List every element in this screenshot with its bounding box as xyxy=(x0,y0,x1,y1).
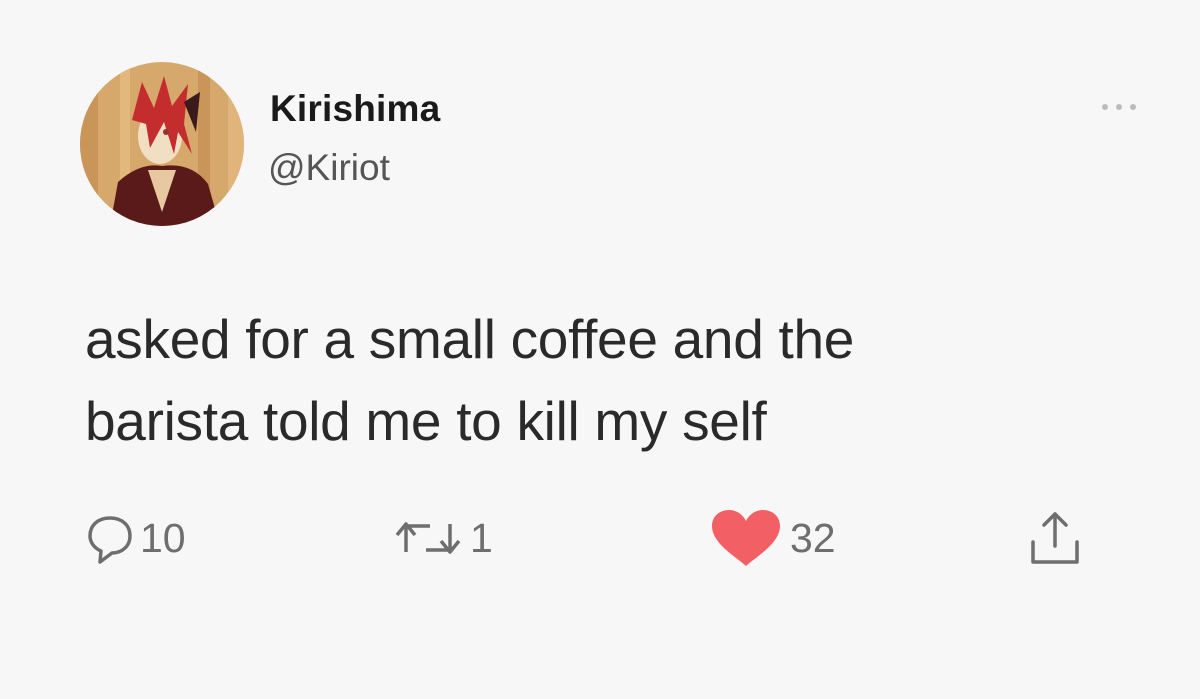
like-count: 32 xyxy=(790,514,836,561)
more-options-button[interactable] xyxy=(1092,92,1146,122)
avatar[interactable] xyxy=(80,62,244,226)
reply-button[interactable]: 10 xyxy=(86,505,186,571)
retweet-icon xyxy=(395,522,461,554)
reply-count: 10 xyxy=(140,514,186,561)
tweet-text-line: asked for a small coffee and the xyxy=(85,308,855,370)
reply-icon xyxy=(88,516,132,564)
heart-icon xyxy=(712,510,780,566)
like-button[interactable]: 32 xyxy=(708,505,836,571)
author-handle[interactable]: @Kiriot xyxy=(268,147,390,189)
retweet-button[interactable]: 1 xyxy=(392,505,493,571)
author-display-name[interactable]: Kirishima xyxy=(270,88,440,130)
tweet-text-line: barista told me to kill my self xyxy=(85,390,767,452)
share-icon xyxy=(1031,512,1079,564)
share-button[interactable] xyxy=(1025,505,1085,571)
tweet-text: asked for a small coffee and the barista… xyxy=(85,298,1135,462)
more-options-icon xyxy=(1102,104,1136,110)
tweet-card: Kirishima @Kiriot asked for a small coff… xyxy=(0,0,1200,699)
avatar-illustration-icon xyxy=(80,62,244,226)
retweet-count: 1 xyxy=(470,514,493,561)
